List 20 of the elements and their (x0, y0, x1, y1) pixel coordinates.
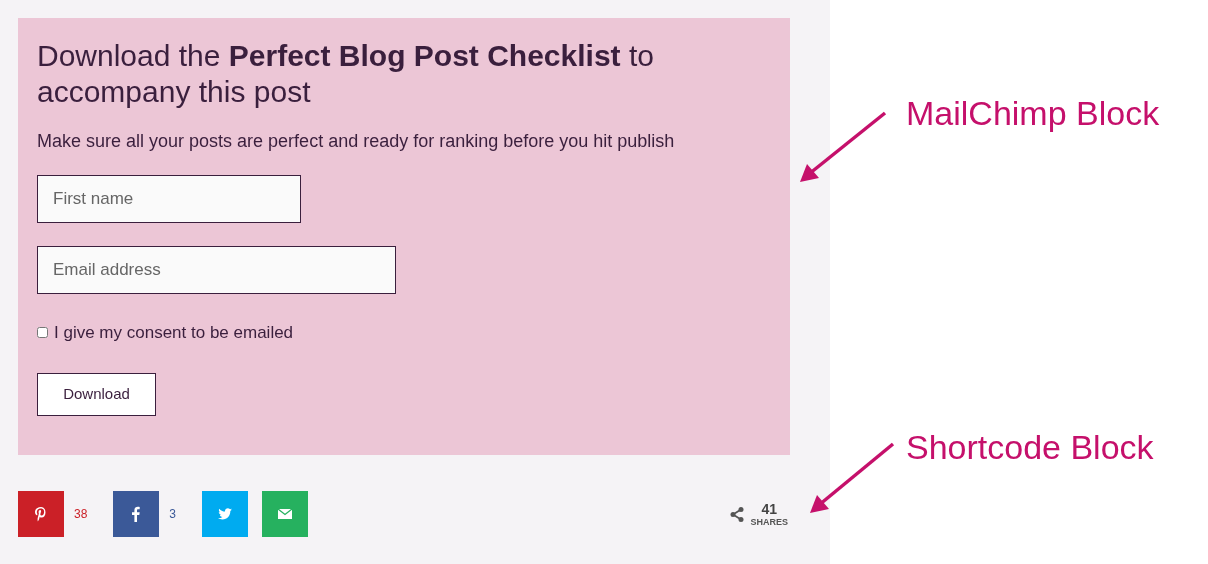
consent-label: I give my consent to be emailed (54, 322, 294, 344)
share-button[interactable] (18, 491, 64, 537)
input-field[interactable]: Email address (37, 246, 396, 294)
signup-subheading: Make sure all your posts are perfect and ready for ranking before you hit publish (37, 130, 675, 153)
share-total-label: SHARES (750, 517, 788, 527)
share-button[interactable] (202, 491, 249, 537)
envelope-icon (277, 506, 294, 522)
share-total: 41 (761, 501, 778, 516)
consent-checkbox[interactable] (37, 327, 48, 339)
share-count: 3 (169, 506, 177, 523)
input-field[interactable]: First name (37, 175, 301, 223)
email-share-button[interactable] (262, 491, 309, 537)
share-button[interactable] (113, 491, 160, 537)
share-icon (730, 506, 745, 522)
share-count: 38 (74, 506, 88, 523)
bird-icon (217, 506, 234, 522)
signup-heading: Download the Perfect Blog Post Checklist to accompany this post (37, 38, 655, 110)
download-button[interactable]: Download (37, 372, 156, 416)
annotation-label: MailChimp Block (906, 93, 1160, 134)
annotation-label: Shortcode Block (906, 427, 1154, 468)
